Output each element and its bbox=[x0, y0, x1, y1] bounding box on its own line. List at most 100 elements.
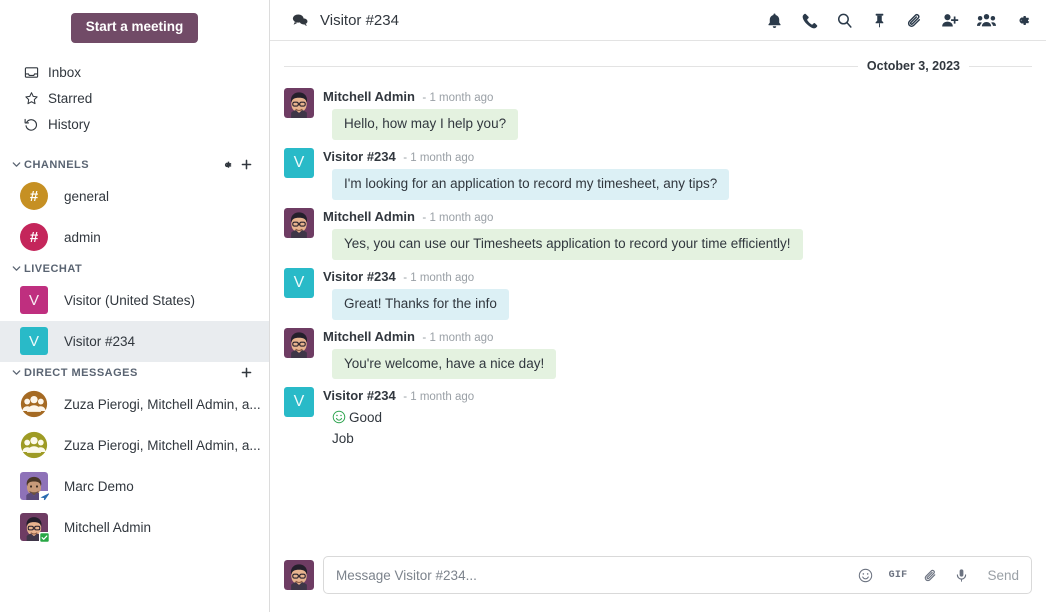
section-actions-channels bbox=[221, 158, 253, 171]
sidebar-item-mitchell-admin[interactable]: Mitchell Admin bbox=[0, 507, 269, 548]
sidebar-item-visitor-234-label: Visitor #234 bbox=[64, 333, 136, 349]
message-body: Visitor #234 - 1 month ago Great! Thanks… bbox=[323, 267, 1032, 320]
message-input[interactable] bbox=[336, 557, 858, 593]
sidebar-item-group-1-label: Zuza Pierogi, Mitchell Admin, a... bbox=[64, 396, 261, 412]
sidebar-item-history-label: History bbox=[48, 117, 91, 133]
avatar[interactable] bbox=[284, 88, 314, 118]
smiley-icon bbox=[332, 410, 346, 429]
divider-line-right bbox=[969, 65, 1032, 67]
sidebar-item-general[interactable]: # general bbox=[0, 176, 269, 217]
hash-icon: # bbox=[20, 223, 48, 252]
plus-icon[interactable] bbox=[240, 366, 253, 379]
message-bubble: Great! Thanks for the info bbox=[332, 288, 509, 320]
sidebar: Start a meeting Inbox Starred History CH… bbox=[0, 0, 270, 612]
chat-bubbles-icon bbox=[292, 12, 308, 28]
message-row: Mitchell Admin - 1 month ago Yes, you ca… bbox=[284, 207, 1032, 260]
visitor-initial: V bbox=[20, 327, 48, 356]
sidebar-item-starred[interactable]: Starred bbox=[0, 86, 269, 112]
message-timestamp: - 1 month ago bbox=[422, 92, 494, 104]
hash-icon: # bbox=[20, 182, 48, 211]
message-header: Mitchell Admin - 1 month ago bbox=[323, 207, 1032, 227]
members-icon[interactable] bbox=[977, 12, 996, 29]
message-timestamp: - 1 month ago bbox=[403, 271, 475, 284]
phone-icon[interactable] bbox=[801, 12, 818, 29]
sidebar-item-group-1[interactable]: Zuza Pierogi, Mitchell Admin, a... bbox=[0, 384, 269, 425]
channel-avatar: # bbox=[20, 223, 48, 252]
message-bubble: Yes, you can use our Timesheets applicat… bbox=[332, 228, 803, 260]
avatar[interactable]: V bbox=[284, 387, 314, 418]
message-header: Visitor #234 - 1 month ago bbox=[323, 267, 1032, 287]
sidebar-item-visitor-234[interactable]: V Visitor #234 bbox=[0, 320, 269, 362]
gear-icon[interactable] bbox=[1014, 12, 1031, 29]
sidebar-item-admin[interactable]: # admin bbox=[0, 217, 269, 258]
emoji-icon[interactable] bbox=[858, 568, 873, 583]
group-avatar bbox=[20, 431, 48, 459]
sidebar-item-general-label: general bbox=[64, 188, 110, 204]
paperclip-icon[interactable] bbox=[906, 12, 923, 29]
group-avatar-olive bbox=[20, 432, 48, 459]
message-header: Mitchell Admin - 1 month ago bbox=[323, 327, 1032, 347]
send-button[interactable]: Send bbox=[987, 568, 1019, 583]
message-bubble: You're welcome, have a nice day! bbox=[332, 348, 557, 380]
visitor-avatar: V bbox=[284, 387, 314, 418]
discuss-app: Start a meeting Inbox Starred History CH… bbox=[0, 0, 1046, 612]
message-header: Mitchell Admin - 1 month ago bbox=[323, 87, 1032, 107]
visitor-avatar: V bbox=[20, 286, 48, 315]
message-author: Mitchell Admin bbox=[323, 89, 415, 104]
sidebar-item-inbox[interactable]: Inbox bbox=[0, 60, 269, 86]
attach-icon[interactable] bbox=[923, 568, 938, 583]
avatar[interactable]: V bbox=[284, 147, 314, 178]
gear-icon[interactable] bbox=[221, 159, 233, 171]
section-title-livechat: LIVECHAT bbox=[24, 262, 83, 275]
status-badge-away bbox=[39, 491, 50, 503]
message-body: Mitchell Admin - 1 month ago Hello, how … bbox=[323, 87, 1032, 140]
user-avatar-marc bbox=[20, 472, 50, 503]
message-thread[interactable]: October 3, 2023 Mitchell Admin - 1 month… bbox=[270, 41, 1046, 546]
message-timestamp: - 1 month ago bbox=[422, 331, 494, 344]
avatar[interactable] bbox=[284, 207, 314, 238]
user-avatar-mitchell bbox=[284, 560, 314, 590]
gif-icon[interactable]: GIF bbox=[889, 570, 908, 581]
sidebar-item-mitchell-admin-label: Mitchell Admin bbox=[64, 519, 152, 535]
microphone-icon[interactable] bbox=[954, 568, 969, 583]
sidebar-item-history[interactable]: History bbox=[0, 112, 269, 138]
message-author: Visitor #234 bbox=[323, 388, 396, 404]
message-content-plain: Good Job bbox=[332, 408, 1032, 447]
visitor-avatar: V bbox=[284, 267, 314, 298]
plus-icon[interactable] bbox=[240, 158, 253, 171]
sidebar-item-marc-demo[interactable]: Marc Demo bbox=[0, 466, 269, 507]
message-body: Visitor #234 - 1 month ago I'm looking f… bbox=[323, 147, 1032, 200]
section-header-livechat[interactable]: LIVECHAT bbox=[0, 258, 269, 280]
composer-avatar bbox=[284, 560, 314, 590]
composer[interactable]: GIF Send bbox=[323, 556, 1032, 594]
avatar[interactable]: V bbox=[284, 267, 314, 298]
user-avatar-mitchell bbox=[284, 327, 314, 358]
start-meeting-container: Start a meeting bbox=[0, 0, 269, 60]
add-user-icon[interactable] bbox=[941, 12, 959, 29]
start-meeting-button[interactable]: Start a meeting bbox=[70, 13, 199, 43]
message-row: Mitchell Admin - 1 month ago You're welc… bbox=[284, 327, 1032, 380]
notification-bell-icon[interactable] bbox=[766, 12, 783, 29]
section-header-direct-messages[interactable]: DIRECT MESSAGES bbox=[0, 362, 269, 384]
thread-header-actions bbox=[766, 12, 1031, 29]
composer-container: GIF Send bbox=[270, 546, 1046, 612]
message-header: Visitor #234 - 1 month ago bbox=[323, 147, 1032, 167]
visitor-avatar: V bbox=[284, 147, 314, 178]
sidebar-item-group-2[interactable]: Zuza Pierogi, Mitchell Admin, a... bbox=[0, 425, 269, 466]
message-timestamp: - 1 month ago bbox=[403, 151, 475, 164]
visitor-initial: V bbox=[20, 286, 48, 315]
status-badge-online bbox=[39, 532, 50, 544]
message-line-1: Good bbox=[332, 409, 1032, 429]
message-body: Mitchell Admin - 1 month ago You're welc… bbox=[323, 327, 1032, 380]
section-header-channels[interactable]: CHANNELS bbox=[0, 154, 269, 176]
sidebar-item-marc-demo-label: Marc Demo bbox=[64, 478, 134, 494]
avatar[interactable] bbox=[284, 327, 314, 358]
group-avatar bbox=[20, 390, 48, 418]
history-icon bbox=[24, 117, 44, 132]
search-icon[interactable] bbox=[836, 12, 853, 29]
pin-icon[interactable] bbox=[871, 12, 888, 29]
message-timestamp: - 1 month ago bbox=[422, 211, 494, 224]
thread-header: Visitor #234 bbox=[270, 0, 1046, 41]
message-author: Mitchell Admin bbox=[323, 208, 415, 224]
sidebar-item-visitor-united-states[interactable]: V Visitor (United States) bbox=[0, 280, 269, 321]
